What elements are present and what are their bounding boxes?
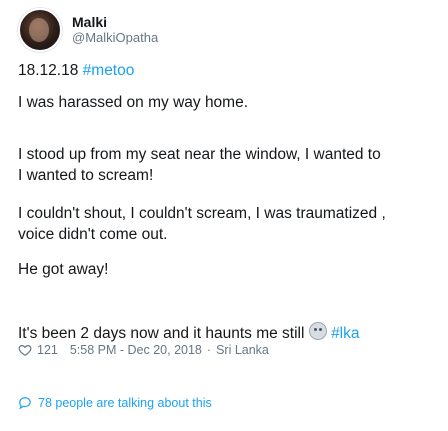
hashtag-lka[interactable]: #lka [331, 325, 359, 342]
tweet-location[interactable]: Sri Lanka [216, 343, 269, 357]
chat-bubble-icon [19, 397, 31, 410]
tweet-line-5-text: It's been 2 days now and it haunts me st… [18, 325, 305, 342]
tweet-line-2a: I stood up from my seat near the window,… [18, 146, 381, 163]
avatar[interactable] [18, 8, 62, 52]
tweet-line-2b: I wanted to scream! [18, 167, 154, 184]
meta-separator: · [206, 343, 212, 357]
tweet-line-1: I was harassed on my way home. [18, 94, 249, 111]
tweet-timestamp[interactable]: 5:58 PM - Dec 20, 2018 [70, 343, 202, 357]
tweet-line-3a: I couldn't shout, I couldn't scream, I w… [18, 205, 386, 222]
tweet-card: Malki @MalkiOpatha 18.12.18 #metoo I was… [0, 0, 448, 431]
heart-icon[interactable] [18, 343, 32, 357]
tweet-header: Malki @MalkiOpatha [18, 8, 158, 52]
talking-text: 78 people are talking about this [38, 396, 212, 410]
worried-face-icon [308, 322, 327, 340]
tweet-meta: 121 5:58 PM - Dec 20, 2018 · Sri Lanka [18, 343, 269, 357]
user-names: Malki @MalkiOpatha [72, 14, 158, 46]
tweet-date-line: 18.12.18 #metoo [18, 60, 134, 81]
display-name[interactable]: Malki [72, 14, 158, 30]
date-text: 18.12.18 [18, 62, 79, 79]
tweet-line-5: It's been 2 days now and it haunts me st… [18, 322, 360, 344]
tweet-line-3b: voice didn't come out. [18, 226, 168, 243]
like-count[interactable]: 121 [37, 343, 58, 357]
user-handle[interactable]: @MalkiOpatha [72, 30, 158, 46]
tweet-line-4: He got away! [18, 261, 109, 278]
hashtag-metoo[interactable]: #metoo [83, 62, 135, 79]
talking-link[interactable]: 78 people are talking about this [18, 396, 212, 410]
